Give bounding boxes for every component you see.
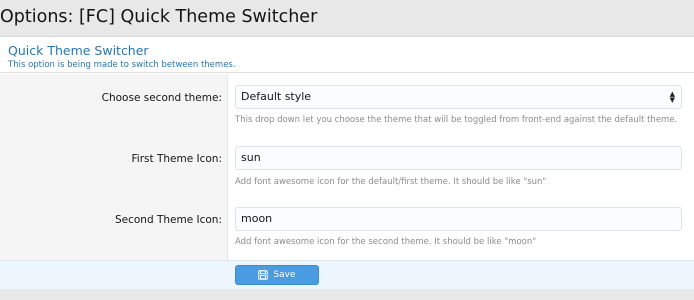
second-theme-hint: This drop down let you choose the theme …: [235, 115, 678, 125]
second-theme-select[interactable]: Default style ▲ ▼: [235, 85, 682, 109]
panel-description: This option is being made to switch betw…: [8, 60, 236, 70]
page-title: Options: [FC] Quick Theme Switcher: [0, 7, 318, 27]
panel-title: Quick Theme Switcher: [8, 43, 149, 58]
first-theme-icon-hint: Add font awesome icon for the default/fi…: [235, 177, 547, 187]
save-button[interactable]: Save: [235, 265, 319, 285]
second-theme-icon-label: Second Theme Icon:: [114, 214, 222, 226]
first-theme-icon-input[interactable]: sun: [235, 146, 682, 170]
choose-second-theme-label: Choose second theme:: [101, 92, 222, 104]
second-theme-select-value: Default style: [241, 90, 312, 103]
options-panel: Quick Theme Switcher This option is bein…: [0, 36, 694, 289]
form-footer: Save: [0, 260, 694, 289]
second-theme-icon-hint: Add font awesome icon for the second the…: [235, 237, 537, 247]
panel-header: Quick Theme Switcher This option is bein…: [0, 37, 694, 73]
floppy-disk-icon: [258, 270, 269, 280]
second-theme-icon-input[interactable]: moon: [235, 207, 682, 231]
save-button-label: Save: [273, 270, 296, 280]
select-arrows-icon: ▲ ▼: [669, 90, 675, 104]
first-theme-icon-label: First Theme Icon:: [131, 153, 222, 165]
